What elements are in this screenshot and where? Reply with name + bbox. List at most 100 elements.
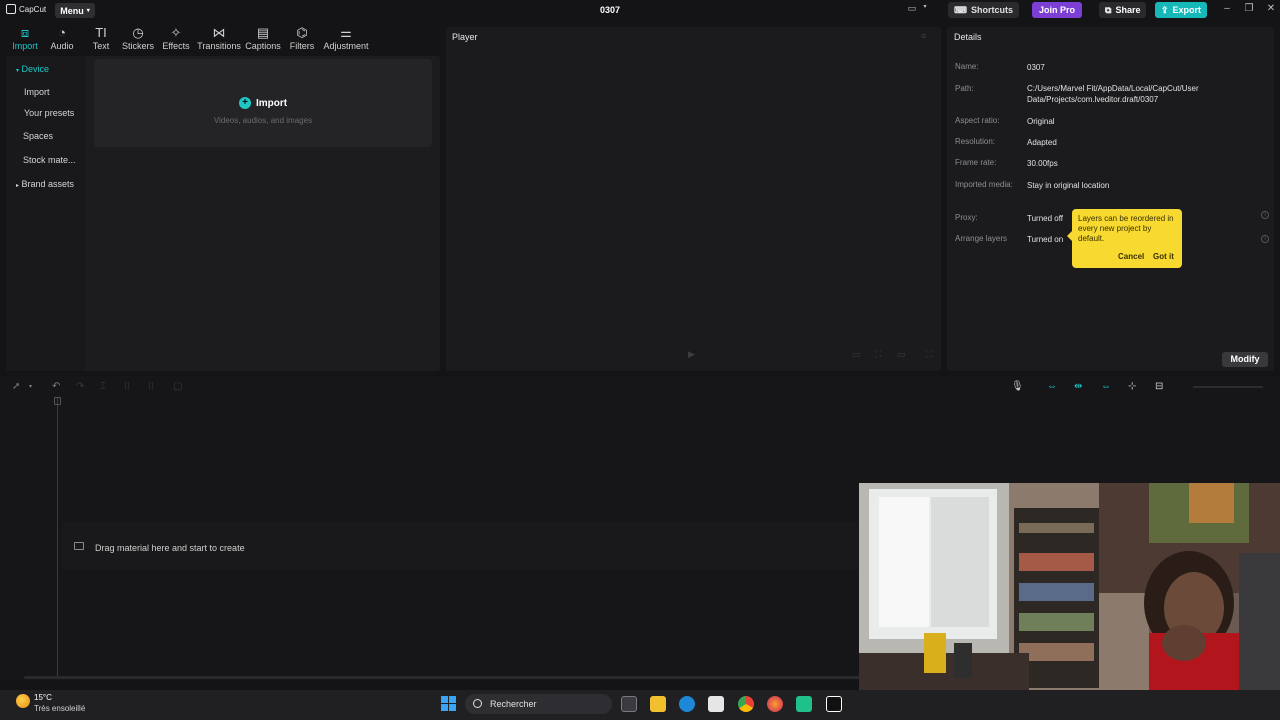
ratio-icon[interactable]: ▭ (852, 349, 861, 359)
share-icon: ⧉ (1105, 4, 1112, 15)
play-icon[interactable]: ▶ (688, 349, 695, 359)
chevron-down-icon: ▾ (86, 8, 90, 14)
tab-effects-label: Effects (162, 41, 190, 51)
filters-icon: ⌬ (296, 25, 308, 40)
tab-filters-label: Filters (289, 41, 315, 51)
sidebar-item-label: Import (24, 87, 50, 97)
tooltip-cancel-button[interactable]: Cancel (1118, 252, 1144, 261)
tooltip-got-it-button[interactable]: Got it (1153, 252, 1174, 261)
detail-value-resolution: Adapted (1027, 138, 1057, 147)
details-panel (947, 27, 1274, 371)
split-right-icon[interactable]: ⌷ (148, 381, 154, 393)
close-icon[interactable]: ✕ (1264, 3, 1278, 14)
tab-transitions-label: Transitions (197, 41, 241, 51)
caret-down-icon: ▾ (16, 68, 20, 74)
detail-label-resolution: Resolution: (955, 137, 996, 146)
shortcuts-label: Shortcuts (971, 5, 1014, 15)
main-track-magnet-icon[interactable]: ⇔ (1047, 381, 1057, 393)
delete-icon[interactable]: ▢ (173, 381, 182, 393)
weather-sun-icon[interactable] (16, 694, 30, 708)
export-label: Export (1172, 5, 1202, 15)
tab-text-label: Text (92, 41, 110, 51)
detail-value-name: 0307 (1027, 63, 1045, 72)
sidebar-item-import[interactable]: Import (24, 87, 50, 97)
file-explorer-icon[interactable] (650, 696, 666, 712)
shortcuts-button[interactable]: ⌨ Shortcuts (948, 2, 1020, 18)
modify-button[interactable]: Modify (1222, 352, 1268, 367)
weather-temperature[interactable]: 15°C (34, 693, 52, 703)
zoom-fit-icon[interactable]: ⊟ (1155, 381, 1163, 393)
export-icon: ⇪ (1161, 4, 1169, 15)
taskbar-search[interactable]: Rechercher (465, 694, 612, 714)
transitions-icon: ⋈ (212, 25, 226, 40)
join-pro-button[interactable]: Join Pro (1032, 2, 1083, 18)
tab-audio[interactable]: ◔ Audio (40, 24, 84, 51)
join-pro-label: Join Pro (1039, 5, 1076, 15)
chevron-down-icon[interactable]: ▾ (918, 3, 932, 10)
aspect-icon[interactable]: ▭ (897, 349, 906, 359)
timeline-zoom-slider[interactable] (1193, 386, 1263, 388)
detail-label-arrange-layers: Arrange layers (955, 234, 1008, 243)
auto-snap-icon[interactable]: ⇹ (1074, 381, 1082, 393)
detail-label-aspect-ratio: Aspect ratio: (955, 116, 1000, 125)
chrome-icon[interactable] (738, 696, 754, 712)
tab-stickers-label: Stickers (121, 41, 154, 51)
detail-value-arrange-layers: Turned on (1027, 235, 1064, 244)
undo-icon[interactable]: ↶ (52, 381, 60, 393)
store-icon[interactable] (708, 696, 724, 712)
sidebar-item-stock-material[interactable]: Stock mate... (23, 155, 76, 165)
webcam-image (859, 483, 1280, 690)
task-view-icon[interactable] (621, 696, 637, 712)
edge-icon[interactable] (679, 696, 695, 712)
sidebar-item-your-presets[interactable]: Your presets (24, 108, 74, 118)
sidebar-item-spaces[interactable]: Spaces (23, 131, 53, 141)
sidebar-item-label: Device (21, 64, 50, 74)
detail-label-name: Name: (955, 62, 979, 71)
preview-axis-icon[interactable]: ⊹ (1128, 381, 1136, 393)
export-button[interactable]: ⇪ Export (1155, 2, 1208, 18)
app-green-icon[interactable] (796, 696, 812, 712)
plus-icon[interactable]: + (239, 97, 251, 109)
timeline-scrollbar[interactable] (24, 676, 864, 679)
capcut-taskbar-icon[interactable] (826, 696, 842, 712)
hamburger-icon[interactable]: ≡ (921, 31, 926, 41)
zoom-icon[interactable]: ⛶ (875, 349, 881, 359)
split-left-icon[interactable]: ⌷ (124, 381, 130, 393)
linkage-icon[interactable]: ⇔ (1101, 381, 1111, 393)
sidebar-item-brand-assets[interactable]: ▸ Brand assets (16, 179, 74, 189)
tab-captions[interactable]: ▤ Captions (241, 24, 285, 51)
film-icon (74, 542, 84, 550)
windows-taskbar (0, 690, 1280, 720)
microphone-icon[interactable]: 🎙 (1011, 381, 1024, 393)
layout-icon[interactable]: ▭ (905, 3, 919, 14)
chevron-down-icon[interactable]: ▾ (29, 383, 32, 395)
restore-icon[interactable]: ❐ (1242, 3, 1256, 14)
tab-adjustment[interactable]: ⚌ Adjustment (323, 24, 369, 51)
project-title: 0307 (599, 5, 621, 15)
tab-filters[interactable]: ⌬ Filters (280, 24, 324, 51)
detail-label-path: Path: (955, 84, 974, 93)
info-icon[interactable]: i (1261, 235, 1269, 243)
split-icon[interactable]: ⌶ (100, 381, 106, 393)
app-logo: CapCut (6, 4, 46, 14)
menu-button[interactable]: Menu ▾ (55, 3, 95, 18)
windows-start-icon[interactable] (441, 696, 457, 712)
select-tool-icon[interactable]: ➚ (12, 381, 20, 393)
tab-effects[interactable]: ✧ Effects (154, 24, 198, 51)
fullscreen-icon[interactable]: ⛶ (926, 349, 932, 359)
share-button[interactable]: ⧉ Share (1099, 2, 1147, 18)
minimize-icon[interactable]: – (1220, 3, 1234, 14)
tab-transitions[interactable]: ⋈ Transitions (197, 24, 241, 51)
keyboard-icon: ⌨ (954, 4, 967, 15)
redo-icon[interactable]: ↷ (76, 381, 84, 393)
playhead-handle-icon[interactable] (54, 397, 61, 405)
info-icon[interactable]: i (1261, 211, 1269, 219)
timeline-playhead[interactable] (57, 398, 58, 676)
import-button-label[interactable]: Import (256, 98, 287, 109)
adjustment-icon: ⚌ (340, 25, 352, 40)
sidebar-item-device[interactable]: ▾ Device (16, 64, 49, 74)
detail-value-frame-rate: 30.00fps (1027, 159, 1058, 168)
firefox-icon[interactable] (767, 696, 783, 712)
detail-label-proxy: Proxy: (955, 213, 978, 222)
weather-description[interactable]: Très ensoleillé (34, 704, 85, 713)
